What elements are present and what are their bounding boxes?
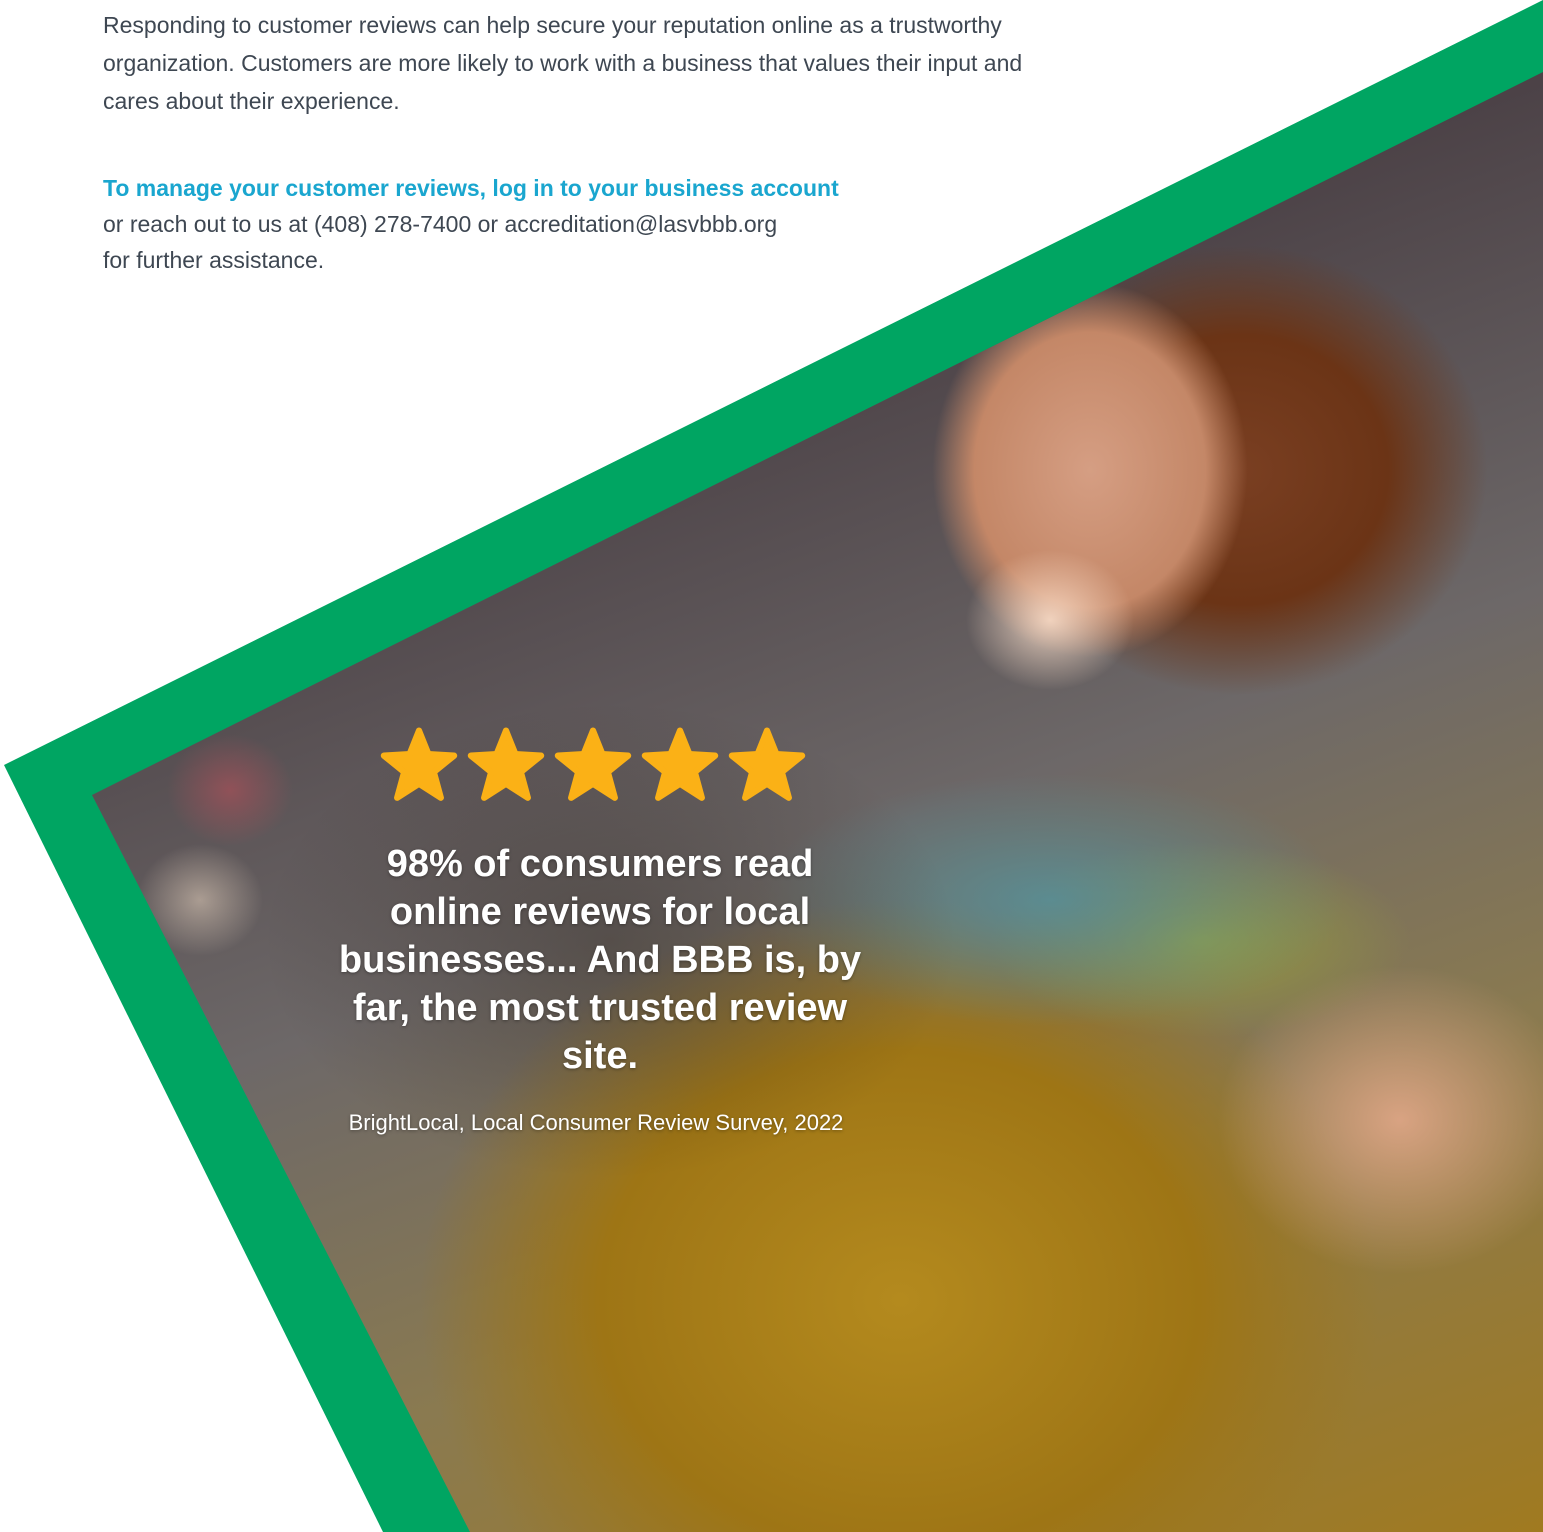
intro-paragraph: Responding to customer reviews can help …: [103, 12, 1023, 114]
review-statistic: 98% of consumers read online reviews for…: [338, 843, 862, 1077]
star-icon: [467, 727, 545, 801]
assistance-line: for further assistance.: [103, 247, 325, 273]
contact-line: or reach out to us at (408) 278-7400 or …: [103, 211, 778, 237]
star-icon: [641, 727, 719, 801]
business-account-login-link[interactable]: To manage your customer reviews, log in …: [103, 170, 963, 206]
star-icon: [728, 727, 806, 801]
five-star-rating: [380, 726, 810, 806]
cta-block: To manage your customer reviews, log in …: [103, 170, 963, 278]
star-icon: [380, 727, 458, 801]
statistic-source: BrightLocal, Local Consumer Review Surve…: [348, 1110, 844, 1135]
star-icon: [554, 727, 632, 801]
